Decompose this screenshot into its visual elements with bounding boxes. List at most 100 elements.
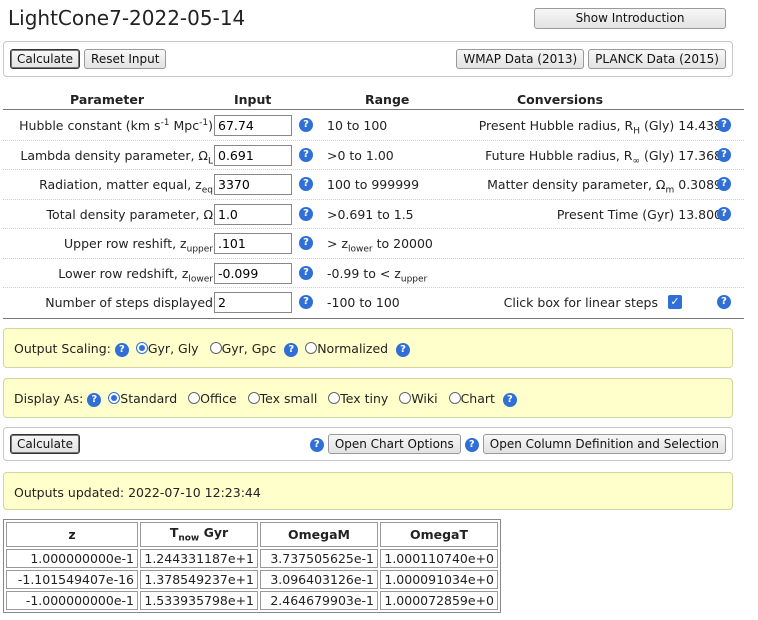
help-icon[interactable]: ? xyxy=(717,295,731,309)
radio-label: Gyr, Gly xyxy=(147,341,199,356)
table-row: 1.000000000e-1 1.244331187e+1 3.73750562… xyxy=(6,548,498,568)
help-icon[interactable]: ? xyxy=(299,206,313,221)
help-icon[interactable]: ? xyxy=(502,392,517,407)
cell-tnow: 1.244331187e+1 xyxy=(140,548,258,568)
param-row-radiation: Radiation, matter equal, zeq ? 100 to 99… xyxy=(3,170,744,200)
help-icon[interactable]: ? xyxy=(309,437,324,452)
radio-gyr-gpc[interactable] xyxy=(209,342,222,354)
lambda-density-input[interactable] xyxy=(214,144,292,166)
radio-wiki[interactable] xyxy=(399,392,412,404)
lower-redshift-input[interactable] xyxy=(214,262,292,284)
cell-omegam: 3.096403126e-1 xyxy=(260,569,378,589)
output-scaling-panel: Output Scaling: ? Gyr, Gly Gyr, Gpc ? No… xyxy=(3,328,733,368)
radiation-matter-input[interactable] xyxy=(214,174,292,195)
param-label: Total density parameter, Ω xyxy=(46,206,213,222)
output-scaling-label: Output Scaling: xyxy=(14,341,111,356)
param-row-upper-redshift: Upper row reshift, zupper ? > zlower to … xyxy=(3,229,744,259)
help-icon[interactable]: ? xyxy=(464,437,479,452)
radio-label: Wiki xyxy=(411,391,438,406)
radio-label: Normalized xyxy=(317,341,389,356)
help-icon[interactable]: ? xyxy=(717,206,731,221)
param-row-steps: Number of steps displayed ? -100 to 100 … xyxy=(3,288,744,318)
header-conversions: Conversions xyxy=(517,92,604,107)
help-icon[interactable]: ? xyxy=(396,342,411,357)
cell-z: 1.000000000e-1 xyxy=(6,548,138,568)
top-toolbar: Calculate Reset Input WMAP Data (2013) P… xyxy=(3,41,733,77)
radio-tex-tiny[interactable] xyxy=(328,392,341,404)
results-table: z Tnow Gyr OmegaM OmegaT 1.000000000e-1 … xyxy=(3,519,501,613)
upper-redshift-input[interactable] xyxy=(214,233,292,254)
cell-z: -1.101549407e-16 xyxy=(6,569,138,589)
cell-tnow: 1.378549237e+1 xyxy=(140,569,258,589)
help-icon[interactable]: ? xyxy=(299,265,313,280)
header-input: Input xyxy=(234,92,272,107)
radio-office[interactable] xyxy=(188,392,201,404)
radio-label: Tex tiny xyxy=(340,391,389,406)
header-parameter: Parameter xyxy=(70,92,144,107)
param-range: >0.691 to 1.5 xyxy=(327,206,414,222)
help-icon[interactable]: ? xyxy=(114,342,129,357)
param-row-hubble: Hubble constant (km s-1 Mpc-1) ? 10 to 1… xyxy=(3,111,744,141)
cell-omegam: 3.737505625e-1 xyxy=(260,548,378,568)
radio-normalized[interactable] xyxy=(305,342,318,354)
help-icon[interactable]: ? xyxy=(299,118,313,132)
param-label: Upper row reshift, zupper xyxy=(64,236,213,255)
radio-standard[interactable] xyxy=(108,392,121,404)
cell-tnow: 1.533935798e+1 xyxy=(140,590,258,610)
col-header-tnow: Tnow Gyr xyxy=(140,522,258,547)
header-range: Range xyxy=(365,92,410,107)
col-header-omegat: OmegaT xyxy=(380,522,498,547)
param-row-total-density: Total density parameter, Ω ? >0.691 to 1… xyxy=(3,200,744,229)
show-introduction-button[interactable]: Show Introduction xyxy=(534,8,726,29)
linear-steps-label: Click box for linear steps xyxy=(503,295,658,310)
help-icon[interactable]: ? xyxy=(87,392,102,407)
param-range: 10 to 100 xyxy=(327,118,388,133)
param-range: > zlower to 20000 xyxy=(327,236,433,255)
param-range: -100 to 100 xyxy=(327,295,400,310)
table-bottom-rule xyxy=(3,318,744,319)
help-icon[interactable]: ? xyxy=(299,177,313,191)
status-panel: Outputs updated: 2022-07-10 12:23:44 xyxy=(3,472,733,510)
col-header-z: z xyxy=(6,522,138,547)
param-row-lower-redshift: Lower row redshift, zlower ? -0.99 to < … xyxy=(3,259,744,288)
param-label: Number of steps displayed xyxy=(45,295,213,310)
wmap-data-button[interactable]: WMAP Data (2013) xyxy=(456,49,585,69)
parameter-table-header: Parameter Input Range Conversions xyxy=(3,88,744,110)
radio-label: Office xyxy=(200,391,237,406)
radio-gyr-gly[interactable] xyxy=(135,342,148,354)
cell-omegat: 1.000091034e+0 xyxy=(380,569,498,589)
total-density-input[interactable] xyxy=(214,203,292,225)
open-column-definition-button[interactable]: Open Column Definition and Selection xyxy=(482,434,726,454)
radio-tex-small[interactable] xyxy=(247,392,260,404)
help-icon[interactable]: ? xyxy=(717,147,731,162)
outputs-updated-text: Outputs updated: 2022-07-10 12:23:44 xyxy=(14,485,261,500)
param-row-lambda: Lambda density parameter, ΩL ? >0 to 1.0… xyxy=(3,141,744,170)
help-icon[interactable]: ? xyxy=(299,147,313,162)
app-title: LightCone7-2022-05-14 xyxy=(8,6,246,30)
display-as-label: Display As: xyxy=(14,391,84,406)
radio-label: Tex small xyxy=(259,391,318,406)
calculate-button[interactable]: Calculate xyxy=(10,49,81,69)
help-icon[interactable]: ? xyxy=(299,295,313,309)
table-row: -1.101549407e-16 1.378549237e+1 3.096403… xyxy=(6,569,498,589)
hubble-constant-input[interactable] xyxy=(214,115,292,136)
conversion-present-time: Present Time (Gyr) 13.800 xyxy=(556,206,722,222)
steps-displayed-input[interactable] xyxy=(214,292,292,313)
help-icon[interactable]: ? xyxy=(284,342,299,357)
help-icon[interactable]: ? xyxy=(299,236,313,250)
param-range: -0.99 to < zupper xyxy=(327,265,428,285)
conversion-matter-density: Matter density parameter, Ωm 0.3089 xyxy=(487,177,722,196)
calculate-button-secondary[interactable]: Calculate xyxy=(10,434,81,454)
linear-steps-checkbox[interactable]: ✓ xyxy=(668,295,682,309)
open-chart-options-button[interactable]: Open Chart Options xyxy=(327,434,461,454)
radio-chart[interactable] xyxy=(448,392,461,404)
help-icon[interactable]: ? xyxy=(717,118,731,132)
radio-label: Chart xyxy=(460,391,495,406)
planck-data-button[interactable]: PLANCK Data (2015) xyxy=(588,49,726,69)
reset-input-button[interactable]: Reset Input xyxy=(84,49,167,69)
help-icon[interactable]: ? xyxy=(717,177,731,191)
display-as-panel: Display As: ? Standard Office Tex small … xyxy=(3,378,733,418)
table-row: -1.000000000e-1 1.533935798e+1 2.4646799… xyxy=(6,590,498,610)
param-range: >0 to 1.00 xyxy=(327,147,394,163)
cell-omegat: 1.000110740e+0 xyxy=(380,548,498,568)
